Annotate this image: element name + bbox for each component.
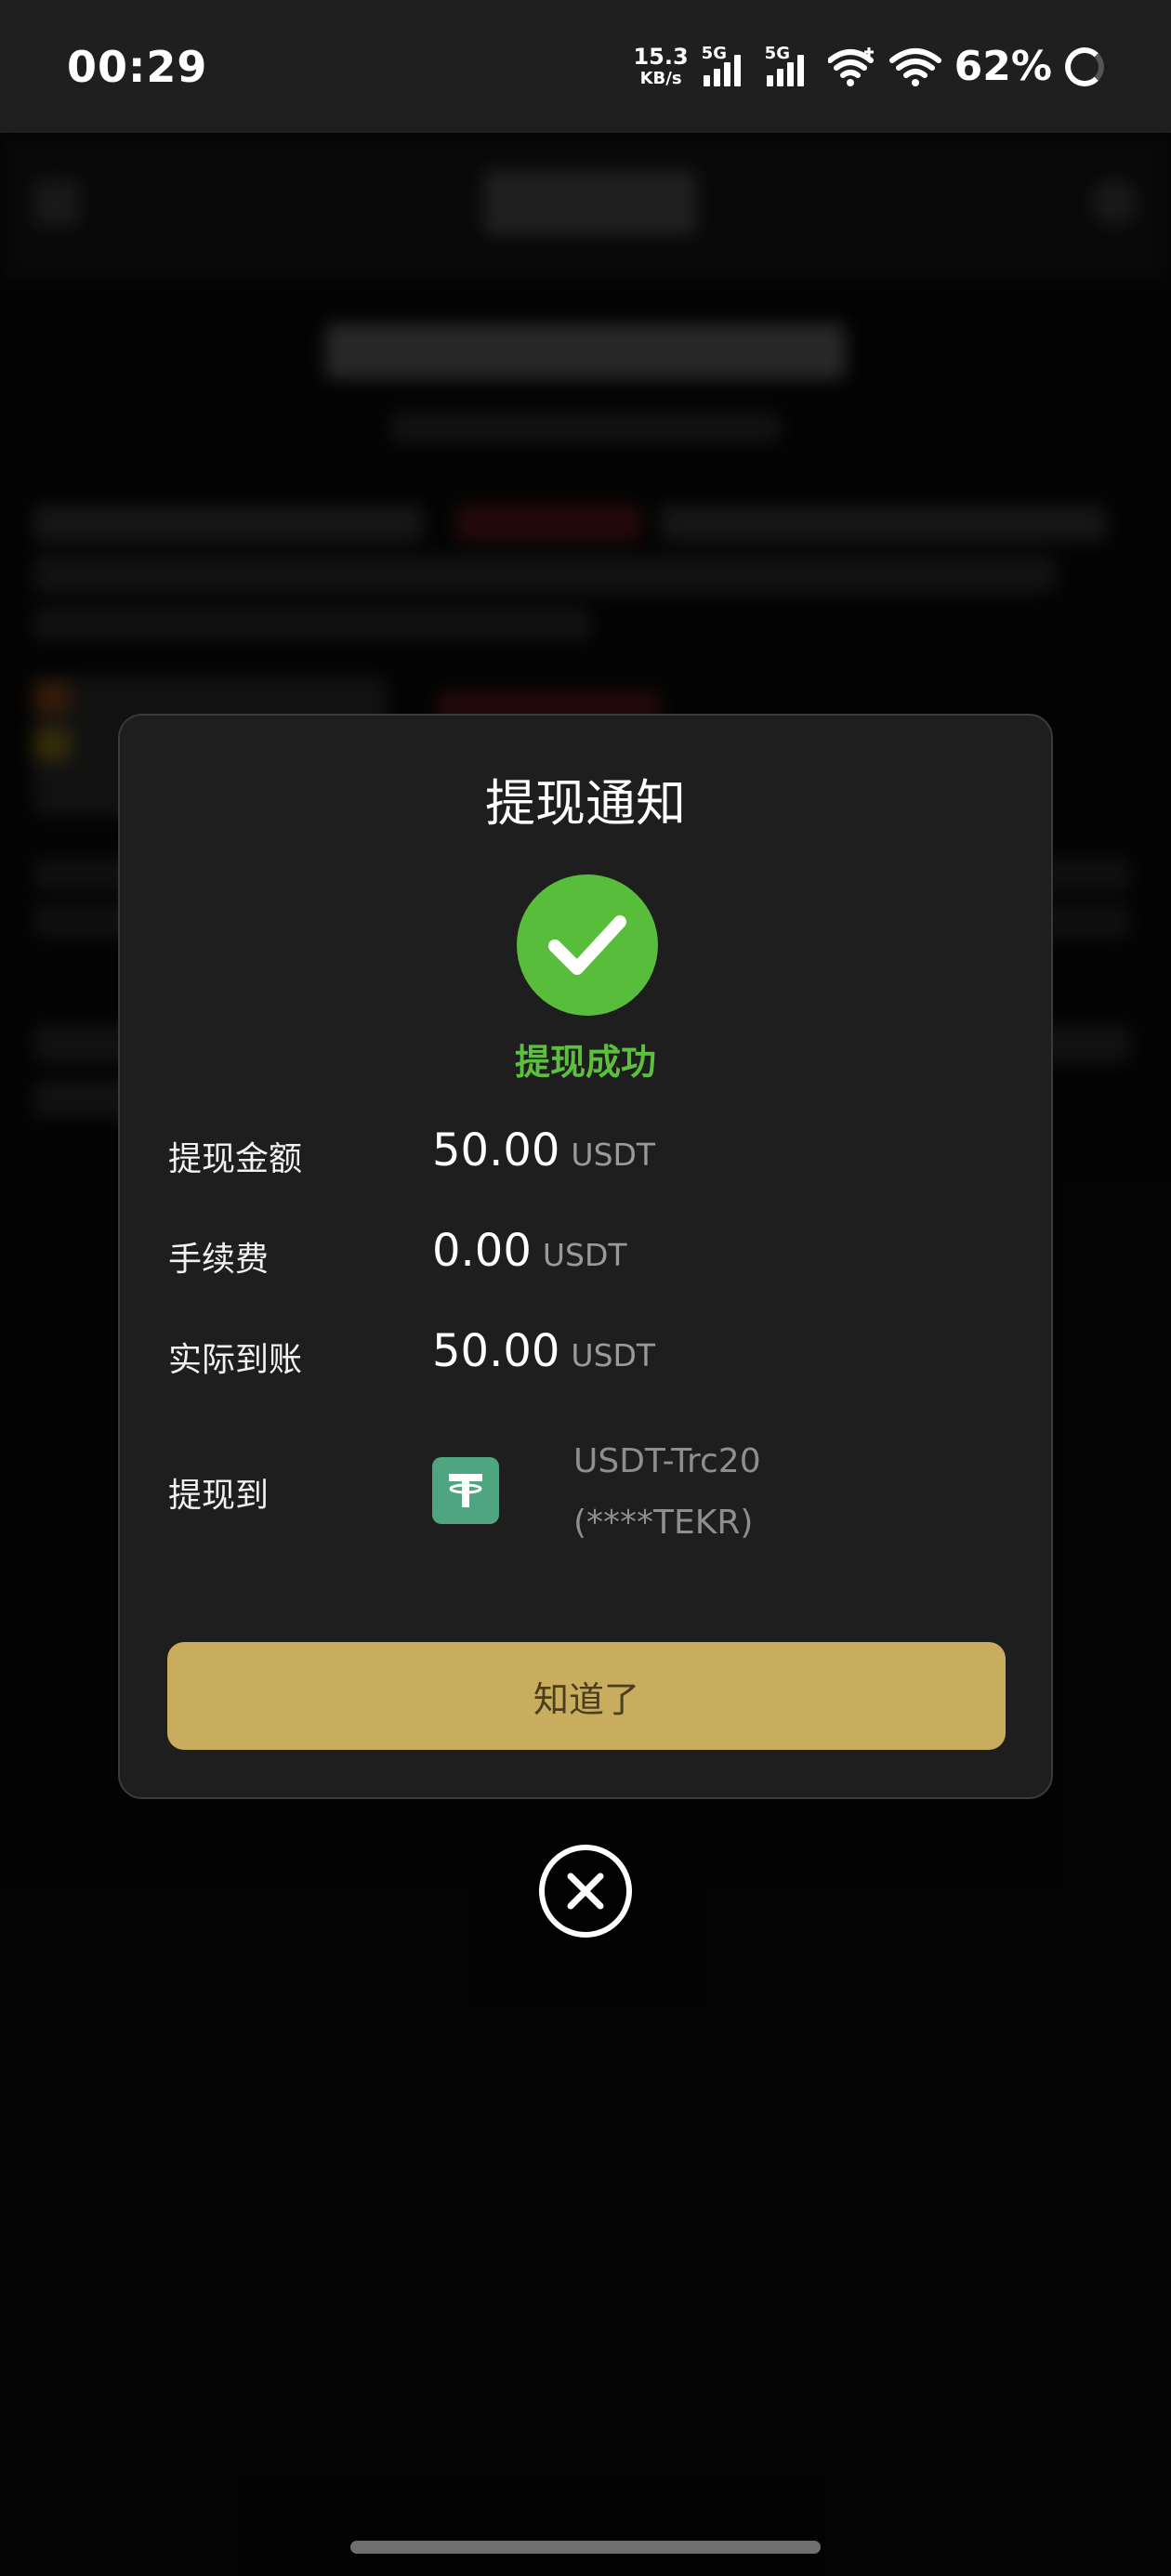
destination-address: (****TEKR) <box>573 1504 754 1542</box>
network-speed: 15.3 KB/s <box>633 46 688 87</box>
received-amount-value: 50.00 <box>432 1325 560 1377</box>
battery-level: 62% <box>954 43 1052 90</box>
screen: 00:29 15.3 KB/s 5G 5G 62% 提现通知 提现成功 提现金额… <box>0 0 1171 2576</box>
received-amount-unit: USDT <box>571 1337 656 1373</box>
signal-sim1-icon: 5G <box>702 44 752 90</box>
withdraw-amount-label: 提现金额 <box>168 1140 303 1178</box>
received-amount-label: 实际到账 <box>168 1341 303 1379</box>
wifi-plus-icon <box>827 46 876 88</box>
sim1-network-tag: 5G <box>701 43 727 63</box>
confirm-button[interactable]: 知道了 <box>167 1642 1006 1750</box>
destination-label: 提现到 <box>168 1477 270 1515</box>
sim2-network-tag: 5G <box>764 43 790 63</box>
status-bar: 00:29 15.3 KB/s 5G 5G 62% <box>0 0 1171 133</box>
wifi-icon <box>888 46 941 88</box>
tether-icon <box>432 1457 499 1524</box>
success-check-icon <box>517 874 658 1016</box>
withdraw-amount-unit: USDT <box>571 1137 656 1173</box>
status-time: 00:29 <box>67 41 208 92</box>
status-icons: 15.3 KB/s 5G 5G 62% <box>633 43 1104 90</box>
close-dialog-button[interactable] <box>539 1845 632 1938</box>
fee-label: 手续费 <box>168 1241 270 1279</box>
signal-sim2-icon: 5G <box>765 44 815 90</box>
network-speed-value: 15.3 <box>633 44 689 70</box>
fee-unit: USDT <box>542 1237 627 1273</box>
destination-network: USDT-Trc20 <box>573 1442 761 1480</box>
destination-row: 提现到 USDT-Trc20 (****TEKR) <box>168 1431 1005 1552</box>
battery-icon <box>1065 46 1104 86</box>
home-indicator[interactable] <box>350 2541 821 2554</box>
success-status-text: 提现成功 <box>514 1042 656 1083</box>
withdraw-amount-value: 50.00 <box>432 1124 560 1176</box>
close-icon <box>567 1873 604 1910</box>
withdraw-notice-dialog: 提现通知 提现成功 提现金额 50.00 USDT 手续费 0.00 USDT … <box>118 714 1053 1799</box>
fee-value: 0.00 <box>432 1225 532 1277</box>
dialog-title: 提现通知 <box>485 774 686 833</box>
network-speed-unit: KB/s <box>639 69 682 88</box>
